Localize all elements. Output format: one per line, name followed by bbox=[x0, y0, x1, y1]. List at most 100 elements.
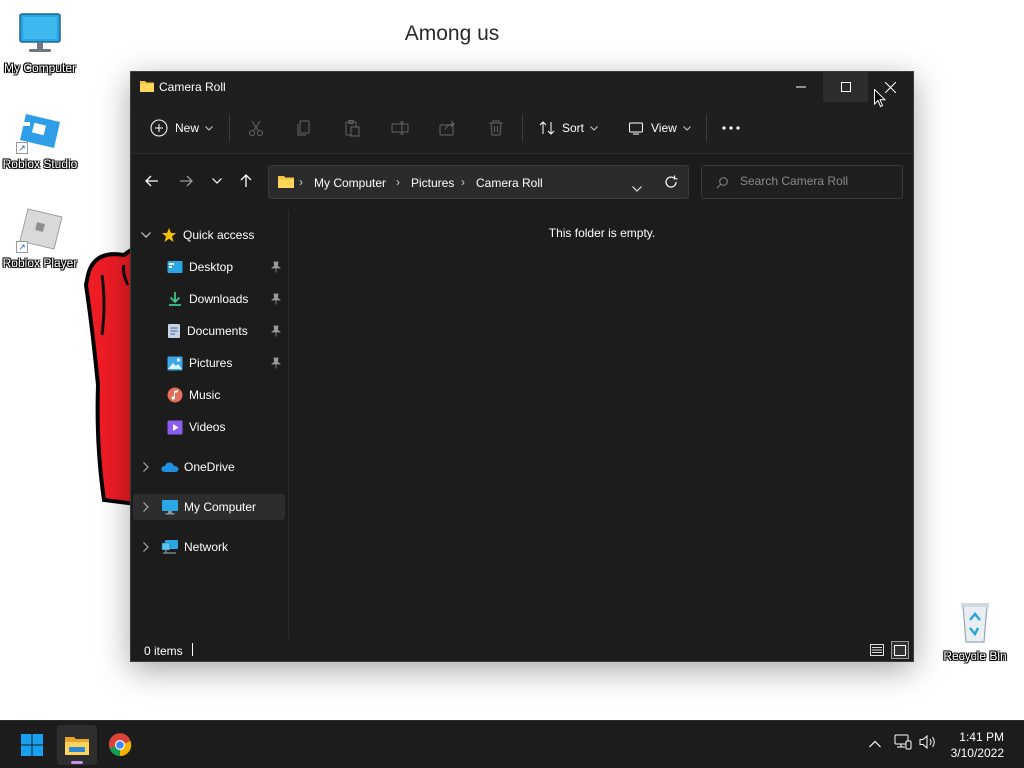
refresh-icon[interactable] bbox=[664, 175, 678, 194]
clock-date: 3/10/2022 bbox=[950, 746, 1004, 760]
nav-item-documents[interactable]: Documents bbox=[133, 318, 285, 344]
nav-item-label: OneDrive bbox=[184, 460, 235, 474]
nav-item-quick-access[interactable]: Quick access bbox=[133, 222, 285, 248]
rename-button[interactable] bbox=[391, 113, 409, 143]
nav-item-downloads[interactable]: Downloads bbox=[133, 286, 285, 312]
videos-icon bbox=[167, 420, 183, 434]
shortcut-arrow-icon: ↗ bbox=[16, 142, 28, 154]
large-icons-view-button[interactable] bbox=[891, 641, 909, 659]
details-view-button[interactable] bbox=[868, 641, 886, 659]
chrome-icon bbox=[108, 733, 132, 757]
address-history-chevron-icon[interactable] bbox=[632, 179, 642, 197]
paste-button[interactable] bbox=[343, 113, 361, 143]
empty-folder-message: This folder is empty. bbox=[548, 226, 656, 240]
chevron-down-icon bbox=[141, 232, 151, 238]
folder-icon bbox=[139, 79, 155, 98]
network-tray-icon[interactable] bbox=[894, 734, 912, 755]
nav-item-desktop[interactable]: Desktop bbox=[133, 254, 285, 280]
nav-item-onedrive[interactable]: OneDrive bbox=[133, 454, 285, 480]
content-area: Quick access Desktop Downloads Documents… bbox=[131, 210, 913, 640]
recent-locations-button[interactable] bbox=[204, 168, 230, 194]
nav-item-label: My Computer bbox=[184, 500, 257, 514]
chevron-down-icon bbox=[682, 125, 691, 131]
taskbar-chrome[interactable] bbox=[100, 725, 140, 765]
maximize-button[interactable] bbox=[823, 72, 868, 102]
search-box[interactable] bbox=[701, 165, 903, 199]
start-button[interactable] bbox=[12, 725, 52, 765]
taskbar-clock[interactable]: 1:41 PM 3/10/2022 bbox=[951, 729, 1004, 761]
desktop-icon-label: Roblox Studio bbox=[2, 157, 78, 171]
minimize-button[interactable] bbox=[778, 72, 823, 102]
nav-item-music[interactable]: Music bbox=[133, 382, 285, 408]
downloads-icon bbox=[169, 292, 181, 306]
delete-icon bbox=[489, 120, 503, 136]
up-button[interactable] bbox=[233, 168, 259, 194]
desktop-icon-label: My Computer bbox=[3, 61, 77, 75]
large-icons-view-icon bbox=[894, 644, 906, 656]
delete-button[interactable] bbox=[487, 113, 505, 143]
copy-icon bbox=[297, 120, 310, 136]
window-title: Camera Roll bbox=[159, 80, 226, 94]
file-list-pane[interactable]: This folder is empty. bbox=[291, 210, 913, 640]
nav-item-label: Pictures bbox=[189, 356, 233, 370]
breadcrumb-separator: › bbox=[396, 175, 400, 189]
pictures-icon bbox=[167, 356, 183, 370]
sort-button-label: Sort bbox=[562, 121, 585, 135]
nav-item-videos[interactable]: Videos bbox=[133, 414, 285, 440]
network-icon bbox=[161, 540, 178, 554]
desktop-icon-roblox-player[interactable]: ↗ Roblox Player bbox=[0, 205, 80, 270]
volume-tray-icon[interactable] bbox=[919, 734, 937, 755]
desktop-icon-roblox-studio[interactable]: ↗ Roblox Studio bbox=[0, 106, 80, 171]
breadcrumb-pictures[interactable]: Pictures bbox=[411, 176, 454, 190]
search-icon bbox=[716, 176, 728, 194]
back-button[interactable] bbox=[139, 168, 165, 194]
toolbar-divider bbox=[229, 114, 230, 142]
onedrive-cloud-icon bbox=[161, 462, 179, 472]
sort-button[interactable]: Sort bbox=[539, 113, 598, 143]
details-view-icon bbox=[870, 644, 884, 656]
item-count: 0 items bbox=[144, 644, 183, 658]
address-row: › My Computer › Pictures › Camera Roll bbox=[131, 154, 913, 210]
desktop-folder-icon bbox=[167, 261, 183, 273]
sort-icon bbox=[539, 121, 555, 135]
nav-item-network[interactable]: Network bbox=[133, 534, 285, 560]
arrow-up-icon bbox=[240, 174, 252, 187]
nav-item-label: Desktop bbox=[189, 260, 234, 274]
pin-icon[interactable] bbox=[271, 293, 281, 305]
minimize-icon bbox=[795, 86, 806, 88]
cut-button[interactable] bbox=[247, 113, 265, 143]
desktop-icon-my-computer[interactable]: My Computer bbox=[0, 10, 80, 75]
address-bar[interactable]: › My Computer › Pictures › Camera Roll bbox=[268, 165, 689, 199]
desktop-icon-recycle-bin[interactable]: Recycle Bin bbox=[935, 598, 1015, 663]
pin-icon[interactable] bbox=[271, 261, 281, 273]
breadcrumb-separator: › bbox=[299, 175, 303, 189]
taskbar: 1:41 PM 3/10/2022 bbox=[0, 720, 1024, 768]
view-button[interactable]: View bbox=[628, 113, 691, 143]
shortcut-arrow-icon: ↗ bbox=[16, 241, 28, 253]
show-hidden-icons-chevron-icon[interactable] bbox=[869, 735, 881, 753]
new-button[interactable]: New bbox=[150, 113, 213, 143]
navigation-pane: Quick access Desktop Downloads Documents… bbox=[131, 210, 289, 640]
chevron-down-icon bbox=[205, 125, 213, 131]
search-input[interactable] bbox=[740, 174, 890, 188]
roblox-player-icon: ↗ bbox=[16, 205, 64, 253]
title-bar[interactable]: Camera Roll bbox=[131, 72, 913, 102]
nav-item-pictures[interactable]: Pictures bbox=[133, 350, 285, 376]
taskbar-file-explorer[interactable] bbox=[57, 725, 97, 765]
nav-item-my-computer[interactable]: My Computer bbox=[133, 494, 285, 520]
maximize-icon bbox=[840, 82, 851, 92]
forward-button[interactable] bbox=[173, 168, 199, 194]
share-button[interactable] bbox=[439, 113, 457, 143]
toolbar-divider bbox=[706, 114, 707, 142]
breadcrumb-my-computer[interactable]: My Computer bbox=[314, 176, 386, 190]
arrow-right-icon bbox=[180, 175, 193, 187]
pin-icon[interactable] bbox=[271, 357, 281, 369]
desktop-icon-label: Roblox Player bbox=[2, 256, 78, 270]
start-icon bbox=[21, 734, 43, 756]
pin-icon[interactable] bbox=[271, 325, 281, 337]
share-icon bbox=[439, 120, 455, 136]
copy-button[interactable] bbox=[295, 113, 313, 143]
breadcrumb-camera-roll[interactable]: Camera Roll bbox=[476, 176, 543, 190]
breadcrumb-separator: › bbox=[461, 175, 465, 189]
more-options-button[interactable] bbox=[722, 113, 740, 143]
